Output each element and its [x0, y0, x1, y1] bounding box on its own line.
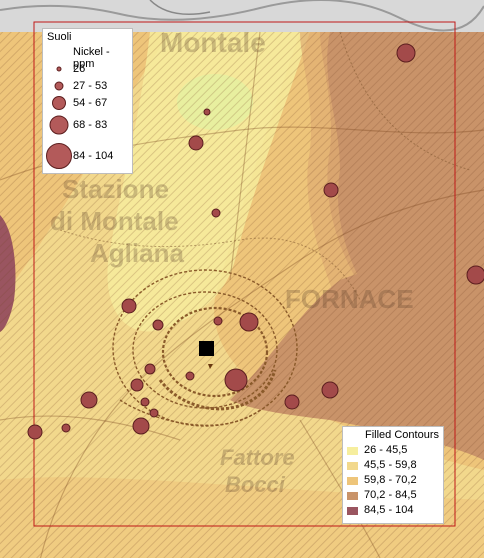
legend-swatch [347, 447, 358, 455]
legend-title: Suoli [47, 31, 72, 43]
sample-point[interactable] [211, 208, 221, 218]
sample-point[interactable] [61, 423, 71, 433]
basemap-label: Fattore [220, 445, 295, 470]
legend-class-row: 59,8 - 70,2 [345, 474, 441, 488]
legend-class-label: 27 - 53 [73, 80, 108, 92]
basemap-label: di Montale [50, 206, 179, 236]
legend-class-row: 84 - 104 [43, 143, 132, 169]
basemap-label: Montale [160, 27, 266, 58]
sample-point[interactable] [321, 381, 339, 399]
sample-point[interactable] [132, 417, 150, 435]
basemap-label: FORNACE [285, 284, 414, 314]
sample-point[interactable] [239, 312, 259, 332]
sample-point[interactable] [203, 108, 211, 116]
legend-class-row: 54 - 67 [43, 93, 132, 113]
sample-point[interactable] [80, 391, 98, 409]
legend-class-label: 70,2 - 84,5 [364, 489, 417, 501]
legend-class-label: 59,8 - 70,2 [364, 474, 417, 486]
legend-class-label: 84 - 104 [73, 150, 114, 162]
legend-class-row: 84,5 - 104 [345, 504, 441, 518]
sample-point[interactable] [149, 408, 159, 418]
legend-class-label: 45,5 - 59,8 [364, 459, 417, 471]
sample-point[interactable] [466, 265, 484, 285]
legend-symbol [46, 143, 72, 169]
sample-point[interactable] [188, 135, 204, 151]
legend-symbol [56, 66, 62, 72]
legend-class-label: 84,5 - 104 [364, 504, 414, 516]
legend-filled-contours: Filled Contours 26 - 45,5 45,5 - 59,8 59… [342, 426, 444, 524]
sample-point[interactable] [140, 397, 150, 407]
basemap-label: Stazione [62, 174, 169, 204]
legend-class-row: 26 - 45,5 [345, 444, 441, 458]
basemap-label: Agliana [90, 238, 184, 268]
sample-point[interactable] [284, 394, 300, 410]
legend-class-label: 26 - 45,5 [364, 444, 408, 456]
sample-point[interactable] [144, 363, 156, 375]
legend-soil-nickel: Suoli Nickel - ppm 26 27 - 53 54 - 67 68… [42, 28, 133, 174]
legend-class-label: 68 - 83 [73, 119, 108, 131]
sample-point[interactable] [213, 316, 223, 326]
legend-symbol [54, 81, 64, 91]
basemap-label: Bocci [225, 472, 286, 497]
legend-swatch [347, 477, 358, 485]
legend-class-row: 70,2 - 84,5 [345, 489, 441, 503]
sample-point[interactable] [396, 43, 416, 63]
legend-symbol [52, 96, 66, 110]
legend-class-label: 26 [73, 63, 86, 75]
legend-class-row: 68 - 83 [43, 115, 132, 135]
sample-point[interactable] [224, 368, 248, 392]
legend-swatch [347, 507, 358, 515]
sample-point[interactable] [152, 319, 164, 331]
legend-class-row: 45,5 - 59,8 [345, 459, 441, 473]
source-marker[interactable] [199, 341, 214, 356]
legend-swatch [347, 462, 358, 470]
sample-point[interactable] [121, 298, 137, 314]
sample-point[interactable] [27, 424, 43, 440]
legend-symbol [49, 115, 69, 135]
legend-title: Filled Contours [365, 429, 439, 441]
sample-point[interactable] [185, 371, 195, 381]
sample-point[interactable] [323, 182, 339, 198]
legend-swatch [347, 492, 358, 500]
legend-class-label: 54 - 67 [73, 97, 108, 109]
sample-point[interactable] [130, 378, 144, 392]
